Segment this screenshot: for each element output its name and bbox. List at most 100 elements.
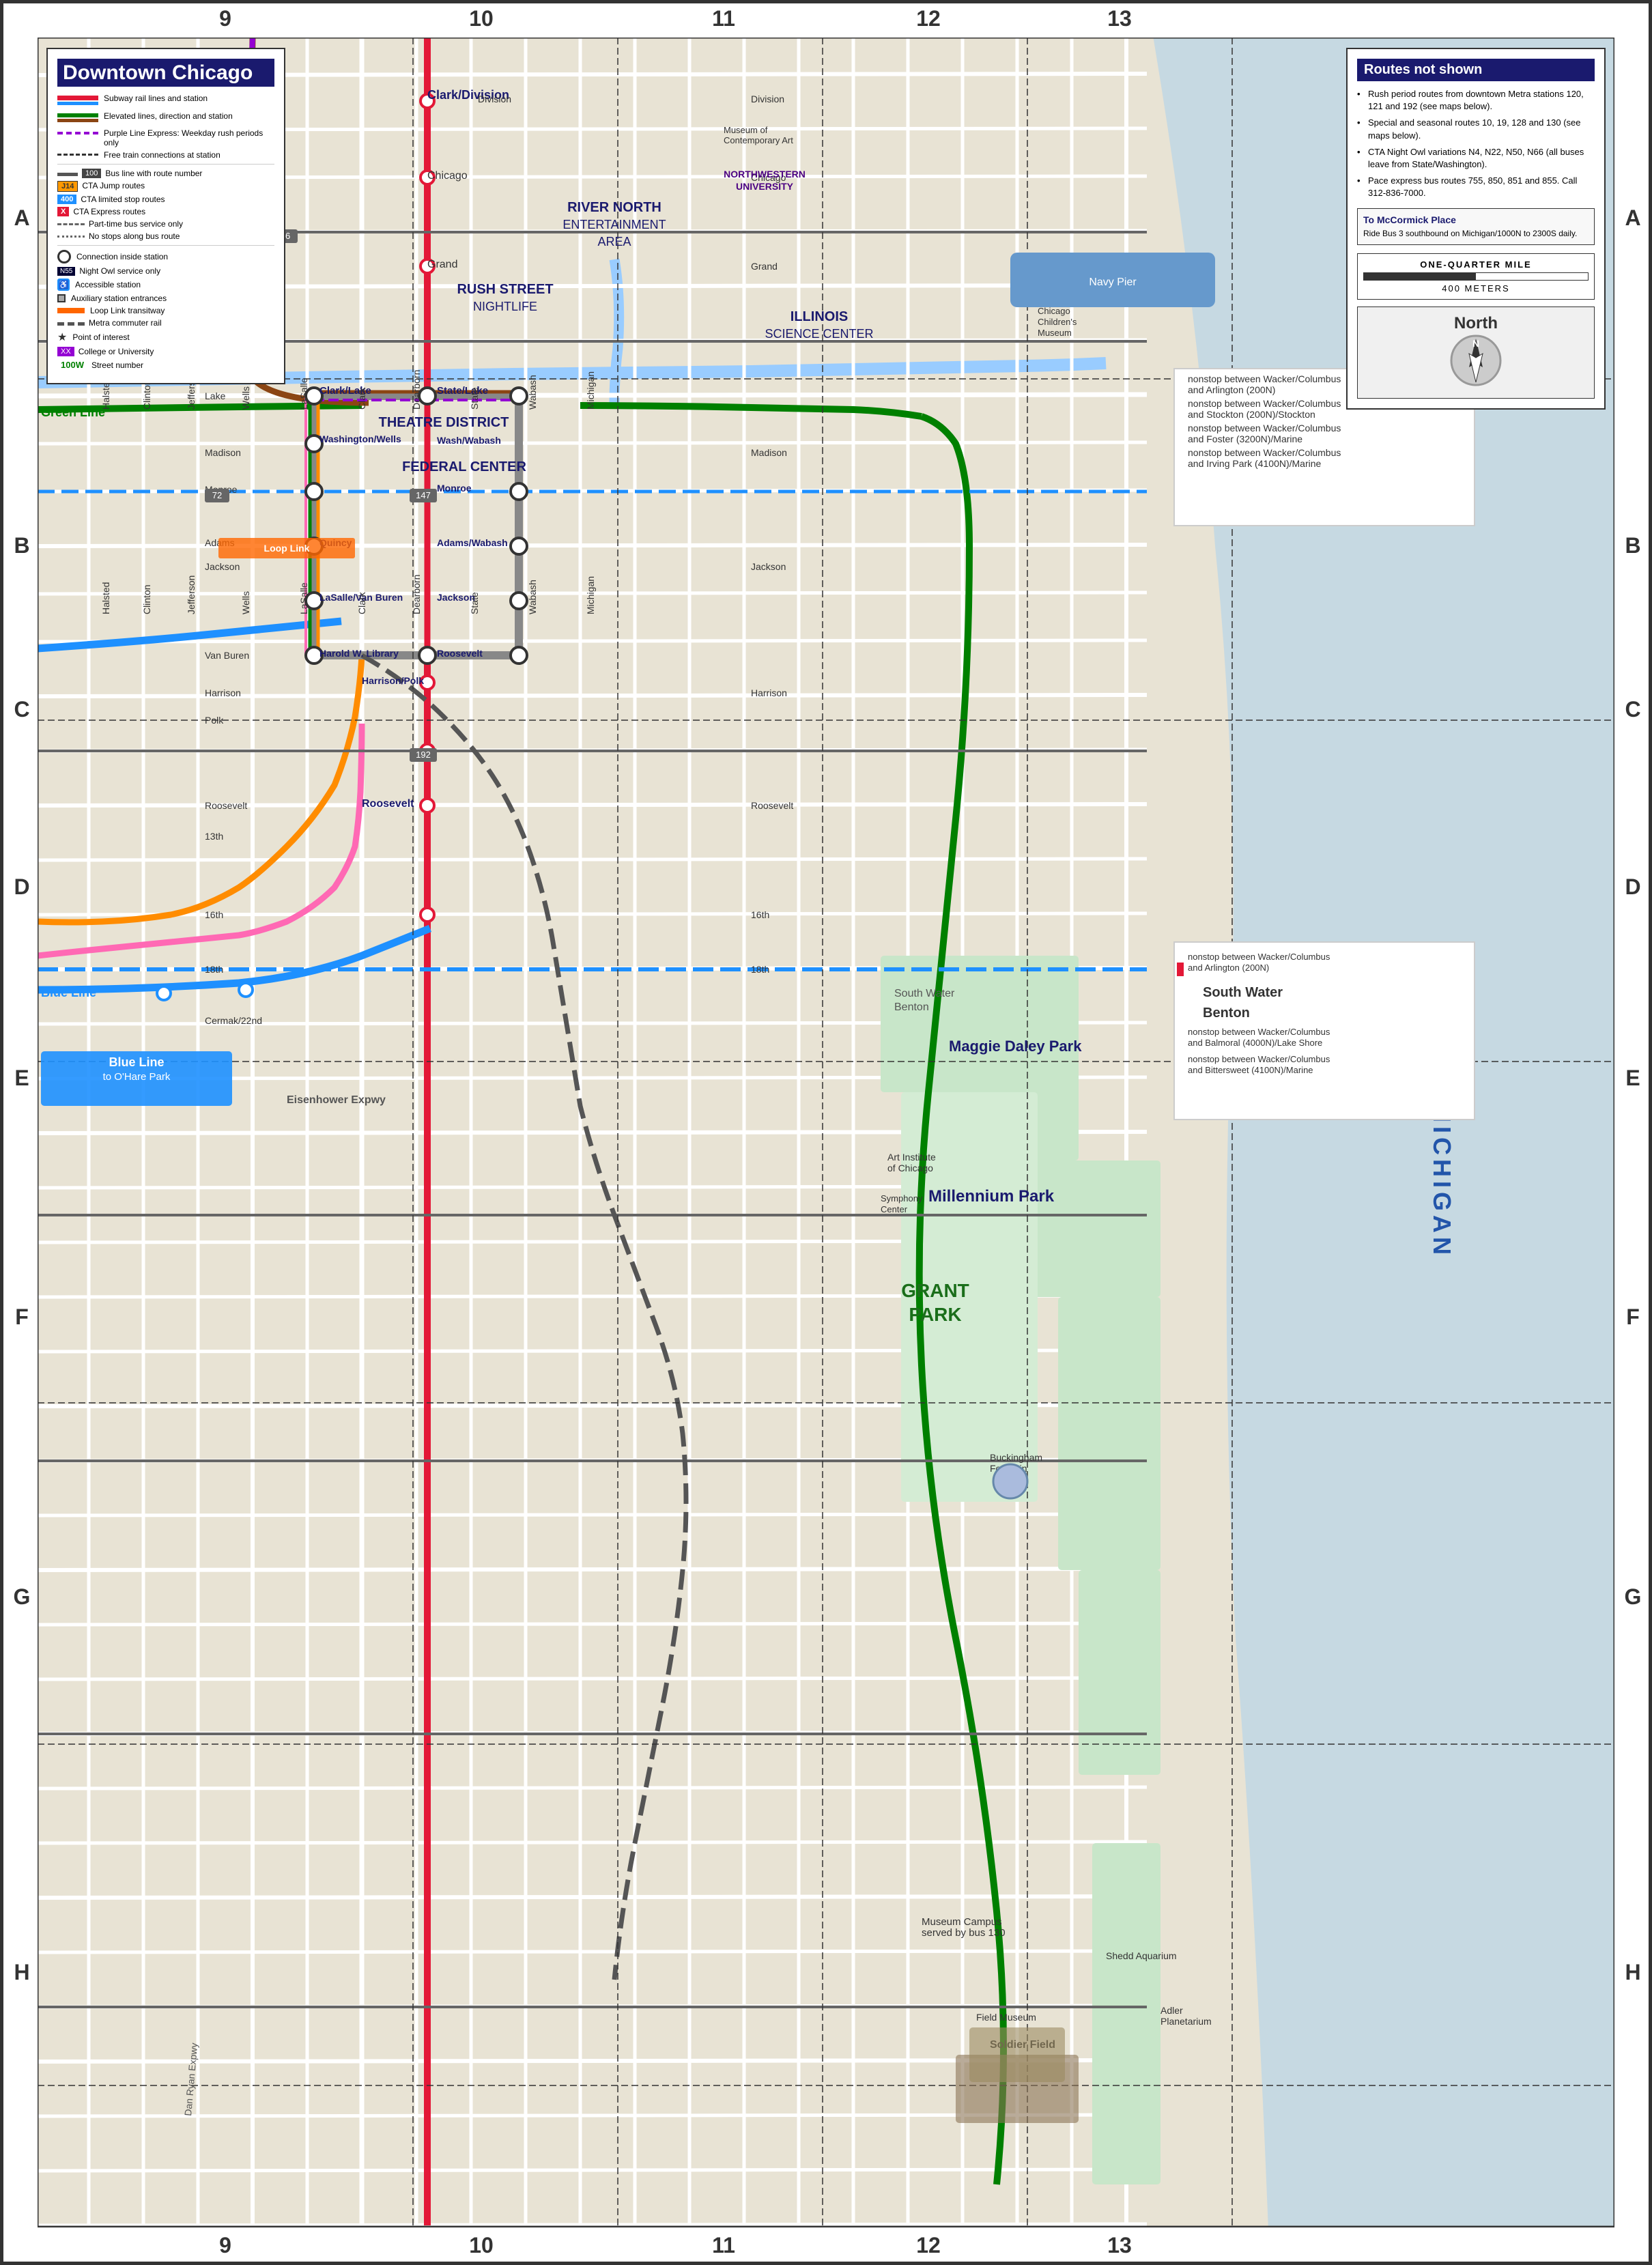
svg-text:18th: 18th (205, 964, 223, 975)
svg-text:Center: Center (881, 1204, 908, 1214)
svg-text:Benton: Benton (894, 1001, 929, 1013)
svg-text:Maggie Daley Park: Maggie Daley Park (949, 1038, 1082, 1055)
scale-label: ONE-QUARTER MILE (1363, 259, 1589, 270)
svg-text:LaSalle: LaSalle (298, 378, 309, 410)
svg-text:Blue Line: Blue Line (41, 986, 96, 999)
svg-text:10: 10 (469, 6, 494, 31)
svg-text:Children's: Children's (1038, 317, 1077, 327)
svg-text:G: G (1625, 1584, 1642, 1609)
mccormick-desc: Ride Bus 3 southbound on Michigan/1000N … (1363, 228, 1589, 240)
svg-text:and Balmoral (4000N)/Lake Shor: and Balmoral (4000N)/Lake Shore (1188, 1038, 1322, 1048)
svg-text:A: A (1625, 205, 1640, 230)
svg-text:nonstop between Wacker/Columbu: nonstop between Wacker/Columbus (1188, 1054, 1330, 1064)
svg-text:Adler: Adler (1160, 2005, 1183, 2016)
svg-text:C: C (14, 697, 29, 722)
svg-text:A: A (14, 205, 29, 230)
svg-text:Van Buren: Van Buren (205, 650, 249, 661)
svg-text:ENTERTAINMENT: ENTERTAINMENT (562, 218, 666, 231)
legend-purple: Purple Line Express: Weekday rush period… (57, 128, 274, 147)
svg-text:nonstop between Wacker/Columbu: nonstop between Wacker/Columbus (1188, 952, 1330, 962)
svg-text:Navy Pier: Navy Pier (1089, 276, 1137, 288)
svg-text:C: C (1625, 697, 1640, 722)
svg-text:Cermak/22nd: Cermak/22nd (205, 1015, 262, 1026)
svg-text:Shedd Aquarium: Shedd Aquarium (1106, 1950, 1177, 1961)
svg-text:Halsted: Halsted (100, 582, 111, 614)
svg-text:F: F (1626, 1305, 1640, 1329)
svg-text:Green Line: Green Line (41, 405, 105, 419)
svg-text:State: State (469, 387, 480, 410)
svg-text:Division: Division (751, 94, 784, 104)
svg-text:147: 147 (416, 490, 431, 500)
north-arrow-icon: N (1449, 333, 1503, 388)
svg-text:and Foster (3200N)/Marine: and Foster (3200N)/Marine (1188, 433, 1302, 444)
svg-text:RUSH STREET: RUSH STREET (457, 282, 553, 297)
svg-text:Dearborn: Dearborn (411, 370, 422, 410)
svg-text:Roosevelt: Roosevelt (437, 648, 483, 659)
svg-text:Harold W. Library: Harold W. Library (319, 648, 399, 659)
svg-text:B: B (14, 533, 29, 558)
svg-text:RIVER NORTH: RIVER NORTH (567, 200, 661, 215)
scale-metric: 400 METERS (1363, 283, 1589, 294)
svg-text:G: G (14, 1584, 31, 1609)
north-arrow-container: North N (1357, 307, 1595, 399)
svg-text:South Water: South Water (894, 988, 955, 999)
svg-text:Washington/Wells: Washington/Wells (319, 433, 401, 444)
svg-text:12: 12 (916, 6, 941, 31)
svg-text:72: 72 (212, 490, 222, 500)
svg-text:13: 13 (1107, 6, 1132, 31)
svg-text:to O'Hare Park: to O'Hare Park (103, 1071, 171, 1083)
svg-text:Madison: Madison (751, 447, 787, 458)
mccormick-box: To McCormick Place Ride Bus 3 southbound… (1357, 208, 1595, 246)
scale-bar-container: ONE-QUARTER MILE 400 METERS (1357, 253, 1595, 300)
svg-text:Wells: Wells (240, 591, 251, 614)
svg-text:Polk: Polk (205, 715, 224, 726)
svg-text:Planetarium: Planetarium (1160, 2016, 1212, 2027)
routes-title: Routes not shown (1357, 59, 1595, 81)
svg-text:and Arlington (200N): and Arlington (200N) (1188, 384, 1275, 395)
svg-text:16th: 16th (205, 909, 223, 920)
svg-text:and Arlington (200N): and Arlington (200N) (1188, 963, 1269, 973)
svg-text:Contemporary Art: Contemporary Art (724, 135, 793, 145)
svg-text:13: 13 (1107, 2233, 1132, 2257)
svg-text:D: D (14, 874, 29, 899)
svg-text:Michigan: Michigan (585, 576, 596, 614)
svg-text:nonstop between Wacker/Columbu: nonstop between Wacker/Columbus (1188, 423, 1341, 433)
svg-text:served by bus 130: served by bus 130 (922, 1927, 1006, 1939)
svg-text:FEDERAL CENTER: FEDERAL CENTER (402, 459, 526, 474)
svg-text:South Water: South Water (1203, 985, 1283, 1000)
svg-text:Wash/Wabash: Wash/Wabash (437, 435, 501, 446)
svg-text:Museum: Museum (1038, 328, 1072, 338)
svg-text:AREA: AREA (597, 235, 631, 248)
svg-text:13th: 13th (205, 831, 223, 842)
svg-text:N: N (1472, 338, 1479, 349)
svg-text:Division: Division (478, 94, 511, 104)
mccormick-title: To McCormick Place (1363, 214, 1589, 225)
svg-text:E: E (1625, 1066, 1640, 1090)
svg-text:Roosevelt: Roosevelt (205, 800, 247, 811)
svg-text:Monroe: Monroe (437, 483, 472, 494)
map-container: 9 10 11 12 13 9 10 11 12 13 A B C D E F … (0, 0, 1652, 2265)
svg-text:H: H (14, 1960, 29, 1984)
svg-text:Museum of: Museum of (724, 125, 768, 135)
svg-text:H: H (1625, 1960, 1640, 1984)
svg-text:Jackson: Jackson (751, 561, 786, 572)
routes-item-2: • Special and seasonal routes 10, 19, 12… (1357, 117, 1595, 141)
svg-text:State/Lake: State/Lake (437, 385, 488, 397)
svg-text:18th: 18th (751, 964, 769, 975)
svg-text:F: F (15, 1305, 29, 1329)
svg-text:12: 12 (916, 2233, 941, 2257)
svg-text:Benton: Benton (1203, 1006, 1250, 1021)
svg-text:Wells: Wells (240, 386, 251, 410)
svg-text:Field Museum: Field Museum (976, 2012, 1036, 2023)
svg-text:9: 9 (219, 2233, 231, 2257)
svg-text:State: State (469, 592, 480, 614)
svg-text:Millennium Park: Millennium Park (928, 1187, 1055, 1206)
svg-text:Harrison: Harrison (205, 687, 241, 698)
routes-item-3: • CTA Night Owl variations N4, N22, N50,… (1357, 146, 1595, 171)
svg-text:Jackson: Jackson (205, 561, 240, 572)
svg-text:Eisenhower Expwy: Eisenhower Expwy (287, 1094, 386, 1106)
svg-text:UNIVERSITY: UNIVERSITY (736, 181, 794, 192)
svg-text:Roosevelt: Roosevelt (751, 800, 793, 811)
legend-elevated: Elevated lines, direction and station (57, 111, 274, 125)
svg-text:D: D (1625, 874, 1640, 899)
